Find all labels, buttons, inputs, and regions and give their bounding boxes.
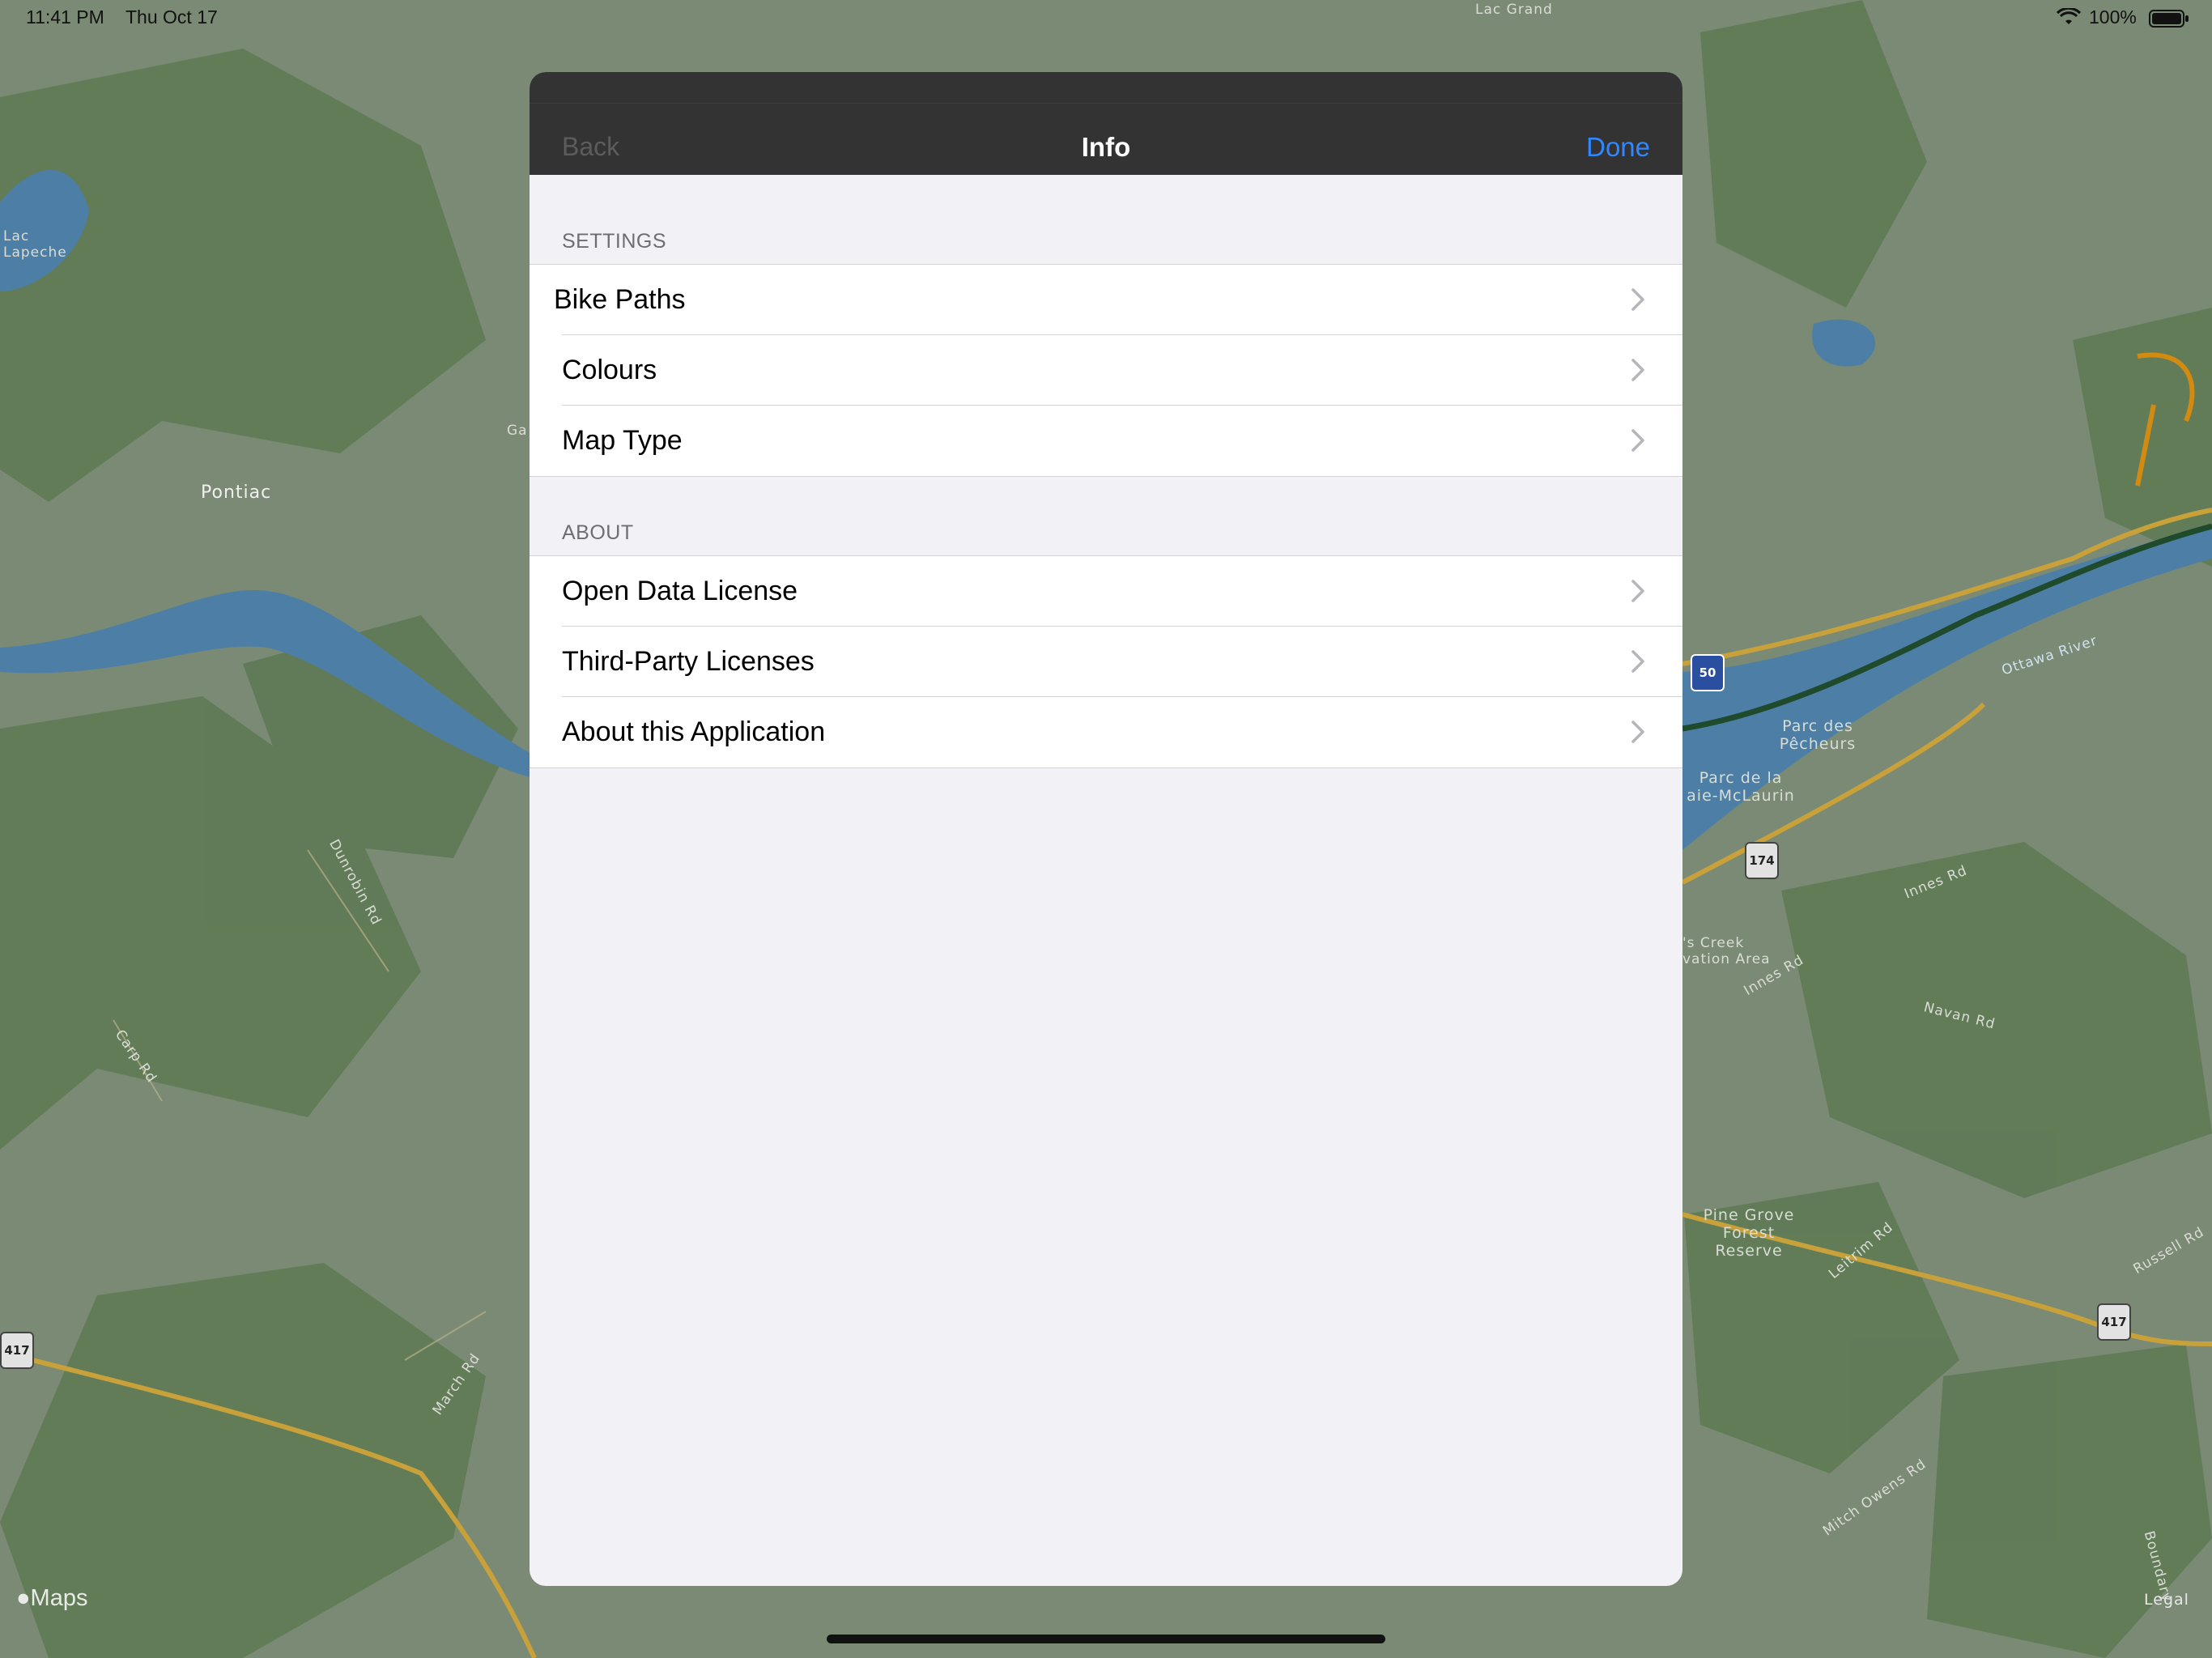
settings-item-map-type[interactable]: Map Type (530, 406, 1682, 476)
chevron-right-icon (1631, 288, 1644, 311)
maps-attribution[interactable]: ●Maps (16, 1585, 87, 1612)
navbar-separator (530, 103, 1682, 104)
done-button[interactable]: Done (1586, 132, 1650, 163)
map-label-lac-lapeche: Lac Lapeche (3, 228, 67, 261)
about-item-about-this-application[interactable]: About this Application (530, 697, 1682, 767)
map-label-parc-des-pecheurs: Parc des Pêcheurs (1779, 717, 1857, 753)
map-label-creek-area: 's Creek vation Area (1682, 935, 1771, 967)
about-section-header: ABOUT (562, 521, 634, 544)
highway-174-shield: 174 (1745, 842, 1779, 879)
settings-item-label: Bike Paths (554, 284, 686, 315)
legal-link[interactable]: Legal (2144, 1591, 2189, 1609)
map-label-lac-grand: Lac Grand (1475, 2, 1553, 18)
highway-417-shield-right: 417 (2097, 1303, 2131, 1341)
chevron-right-icon (1631, 429, 1644, 452)
highway-50-shield: 50 (1691, 654, 1725, 691)
modal-title: Info (1081, 132, 1131, 162)
map-label-ga: Ga (507, 423, 528, 439)
map-label-pine-grove: Pine Grove Forest Reserve (1703, 1206, 1795, 1260)
about-item-third-party-licenses[interactable]: Third-Party Licenses (530, 627, 1682, 697)
settings-item-label: Colours (562, 355, 657, 385)
info-modal: Back Info Done SETTINGS Bike Paths Colou… (530, 72, 1682, 1586)
map-label-parc-mclaurin: Parc de la aie-McLaurin (1687, 769, 1795, 805)
settings-group: Bike Paths Colours Map Type (530, 264, 1682, 477)
home-indicator[interactable] (827, 1635, 1385, 1643)
apple-logo-icon: ● (16, 1585, 31, 1611)
about-item-label: About this Application (562, 716, 826, 747)
chevron-right-icon (1631, 650, 1644, 673)
wifi-icon (2056, 6, 2082, 31)
chevron-right-icon (1631, 721, 1644, 743)
about-item-open-data-license[interactable]: Open Data License (530, 556, 1682, 627)
status-time: 11:41 PM (26, 6, 104, 28)
settings-item-bike-paths[interactable]: Bike Paths (530, 265, 1682, 335)
battery-percent: 100% (2089, 6, 2137, 28)
back-button[interactable]: Back (562, 132, 619, 162)
about-item-label: Open Data License (562, 576, 798, 606)
map-label-pontiac: Pontiac (201, 483, 272, 503)
settings-section-header: SETTINGS (562, 230, 667, 253)
battery-icon (2149, 10, 2189, 32)
status-date: Thu Oct 17 (125, 6, 218, 28)
modal-navigation-bar: Back Info Done (530, 72, 1682, 175)
chevron-right-icon (1631, 580, 1644, 602)
chevron-right-icon (1631, 359, 1644, 381)
highway-417-shield-left: 417 (0, 1332, 34, 1369)
settings-item-colours[interactable]: Colours (530, 335, 1682, 406)
about-item-label: Third-Party Licenses (562, 646, 815, 677)
settings-item-label: Map Type (562, 425, 683, 456)
about-group: Open Data License Third-Party Licenses A… (530, 555, 1682, 768)
